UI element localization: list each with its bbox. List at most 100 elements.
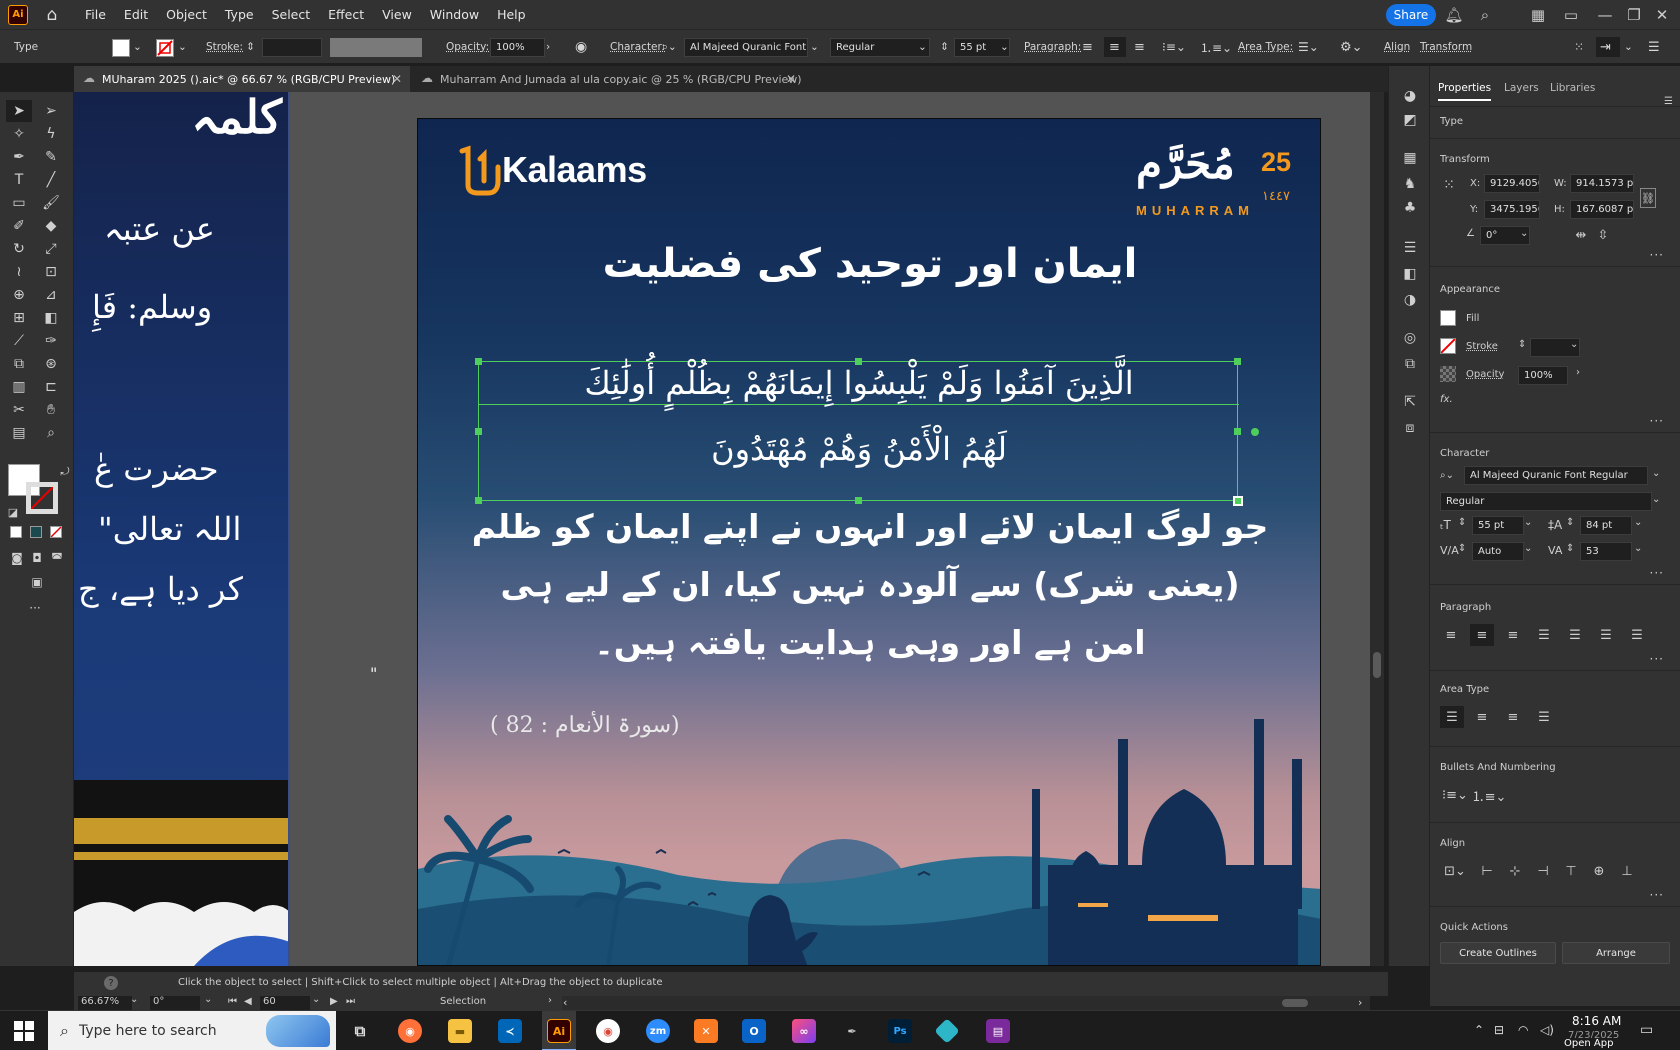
clock-time[interactable]: 8:16 AM — [1572, 1014, 1621, 1028]
character-label[interactable]: Character: — [610, 38, 665, 56]
symbol-sprayer-icon[interactable]: ⊛ — [40, 354, 62, 374]
scroll-thumb[interactable] — [1282, 999, 1308, 1007]
font-family-field[interactable]: Al Majeed Quranic Font... — [684, 38, 808, 57]
task-view-icon[interactable]: ⧉ — [348, 1019, 372, 1043]
scroll-thumb[interactable] — [1373, 652, 1381, 678]
scale-tool-icon[interactable]: ⤢ — [40, 239, 62, 259]
stepper-icon[interactable]: ⇕ — [1458, 517, 1466, 528]
tab-layers[interactable]: Layers — [1504, 82, 1539, 94]
notification-icon[interactable]: ▭ — [1640, 1022, 1653, 1038]
draw-normal-icon[interactable]: ◙ — [6, 548, 28, 568]
area-type-icon[interactable]: ☰⌄ — [1298, 38, 1319, 56]
align-top-edges-icon[interactable]: ⊤ — [1560, 862, 1582, 880]
stepper-icon[interactable]: ⇕ — [940, 38, 949, 56]
chevron-down-icon[interactable]: ⌄ — [204, 994, 212, 1005]
justify-right-icon[interactable]: ☰ — [1595, 626, 1617, 644]
magic-wand-icon[interactable]: ✧ — [8, 124, 30, 144]
workspace-icon[interactable]: ▦ — [1528, 5, 1548, 25]
stroke-weight-field[interactable] — [262, 38, 322, 57]
file-explorer-icon[interactable]: ▬ — [448, 1019, 472, 1043]
share-button[interactable]: Share — [1386, 4, 1436, 26]
chevron-down-icon[interactable]: ⌄ — [1634, 517, 1642, 528]
stroke-label[interactable]: Stroke: — [206, 38, 243, 56]
height-field[interactable]: 167.6087 p — [1570, 200, 1634, 219]
transparency-icon[interactable]: ◑ — [1399, 290, 1421, 310]
x-field[interactable]: 9129.4056 — [1484, 174, 1540, 193]
chevron-down-icon[interactable]: ⌄ — [918, 38, 927, 56]
chevron-down-icon[interactable]: ⌄ — [1624, 38, 1633, 56]
transform-label[interactable]: Transform — [1420, 38, 1472, 56]
close-icon[interactable]: ✕ — [392, 72, 402, 86]
warp-tool-icon[interactable]: ≀ — [8, 262, 30, 282]
align-label[interactable]: Align — [1384, 38, 1410, 56]
area-type-center-icon[interactable]: ≡ — [1471, 708, 1493, 726]
adjacent-artboard[interactable]: كلمہ عن عتبہ وسلم: فَإِ حضرت عٰ "اللہ تع… — [74, 92, 290, 966]
gradient-tool-icon[interactable]: ◧ — [40, 308, 62, 328]
default-colors-icon[interactable]: ◪ — [2, 502, 24, 522]
tab-muharram-jumada[interactable]: ☁ Muharram And Jumada al ula copy.aic @ … — [412, 66, 804, 92]
more-options-icon[interactable]: ··· — [1650, 566, 1664, 580]
menu-window[interactable]: Window — [421, 7, 488, 22]
puppet-warp-icon[interactable]: ♞ — [1399, 174, 1421, 194]
chevron-right-icon[interactable]: › — [1576, 367, 1580, 378]
numbering-icon[interactable]: ⒈≡⌄ — [1200, 38, 1232, 56]
chevron-down-icon[interactable]: ⌄ — [1570, 339, 1578, 350]
font-search-icon[interactable]: ⌕⌄ — [662, 38, 677, 56]
flip-vertical-icon[interactable]: ⇳ — [1592, 226, 1614, 244]
chevron-down-icon[interactable]: ⌄ — [133, 38, 142, 56]
scroll-right-icon[interactable]: › — [1358, 996, 1362, 1009]
opacity-field[interactable]: 100% — [490, 38, 545, 57]
text-frame-selection[interactable]: الَّذِينَ آمَنُوا وَلَمْ يَلْبِسُوا إِيم… — [475, 358, 1259, 506]
justify-left-icon[interactable]: ☰ — [1533, 626, 1555, 644]
selection-handle[interactable] — [1233, 496, 1243, 506]
stroke-swatch[interactable] — [1440, 338, 1456, 354]
graph-tool-icon[interactable]: ▥ — [8, 377, 30, 397]
search-icon[interactable]: ⌕ — [1475, 5, 1495, 25]
grid-icon[interactable]: ⁙ — [1574, 38, 1584, 56]
create-outlines-button[interactable]: Create Outlines — [1440, 942, 1556, 964]
menu-icon[interactable]: ☰ — [1648, 38, 1660, 56]
scroll-left-icon[interactable]: ‹ — [563, 996, 567, 1009]
align-to-icon[interactable]: ⊡⌄ — [1440, 862, 1470, 880]
align-center-icon[interactable]: ≡ — [1109, 38, 1120, 56]
more-options-icon[interactable]: ··· — [1650, 888, 1664, 902]
shape-builder-icon[interactable]: ⊕ — [8, 285, 30, 305]
arrange-button[interactable]: Arrange — [1562, 942, 1670, 964]
menu-file[interactable]: File — [76, 7, 115, 22]
club-icon[interactable]: ♣ — [1399, 198, 1421, 218]
more-options-icon[interactable]: ··· — [1650, 248, 1664, 262]
recolor-icon[interactable]: ◉ — [575, 38, 587, 56]
bullets-icon[interactable]: ⁝≡⌄ — [1162, 38, 1186, 56]
font-style-field[interactable]: Regular — [830, 38, 930, 57]
font-search-icon[interactable]: ⌕⌄ — [1440, 470, 1454, 481]
flip-horizontal-icon[interactable]: ⇹ — [1570, 226, 1592, 244]
selection-tool-icon[interactable]: ➤ — [8, 101, 30, 121]
chevron-down-icon[interactable]: ⌄ — [1524, 543, 1532, 554]
chevron-down-icon[interactable]: ⌄ — [1634, 543, 1642, 554]
chevron-down-icon[interactable]: ⌄ — [1000, 38, 1009, 56]
font-style-field[interactable]: Regular — [1440, 492, 1652, 511]
stroke-label[interactable]: Stroke — [1466, 341, 1498, 352]
artboards-icon[interactable]: ⧈ — [1399, 418, 1421, 438]
stroke-color-swatch[interactable] — [26, 482, 58, 514]
tab-properties[interactable]: Properties — [1438, 82, 1492, 101]
chevron-down-icon[interactable]: ⌄ — [1652, 468, 1660, 479]
stepper-icon[interactable]: ⇕ — [246, 38, 255, 56]
appearance-icon[interactable]: ◎ — [1399, 328, 1421, 348]
minimize-icon[interactable]: — — [1595, 5, 1615, 25]
blend-tool-icon[interactable]: ⧉ — [8, 354, 30, 374]
stepper-icon[interactable]: ⇕ — [1566, 517, 1574, 528]
stroke-panel-icon[interactable]: ☰ — [1399, 238, 1421, 258]
selection-handle[interactable] — [475, 497, 482, 504]
gradient-mode-icon[interactable] — [30, 526, 42, 538]
pen-tool-icon[interactable]: ✒ — [8, 147, 30, 167]
fx-icon[interactable]: fx. — [1440, 394, 1453, 405]
print-tiling-icon[interactable]: ▤ — [8, 423, 30, 443]
stepper-icon[interactable]: ⇕ — [1518, 339, 1526, 350]
font-size-field[interactable]: 55 pt — [1472, 516, 1524, 535]
slice-tool-icon[interactable]: ✂ — [8, 400, 30, 420]
rotate-tool-icon[interactable]: ↻ — [8, 239, 30, 259]
chevron-down-icon[interactable]: ⌄ — [312, 994, 320, 1005]
opacity-label[interactable]: Opacity: — [446, 38, 489, 56]
more-options-icon[interactable]: ··· — [1650, 652, 1664, 666]
